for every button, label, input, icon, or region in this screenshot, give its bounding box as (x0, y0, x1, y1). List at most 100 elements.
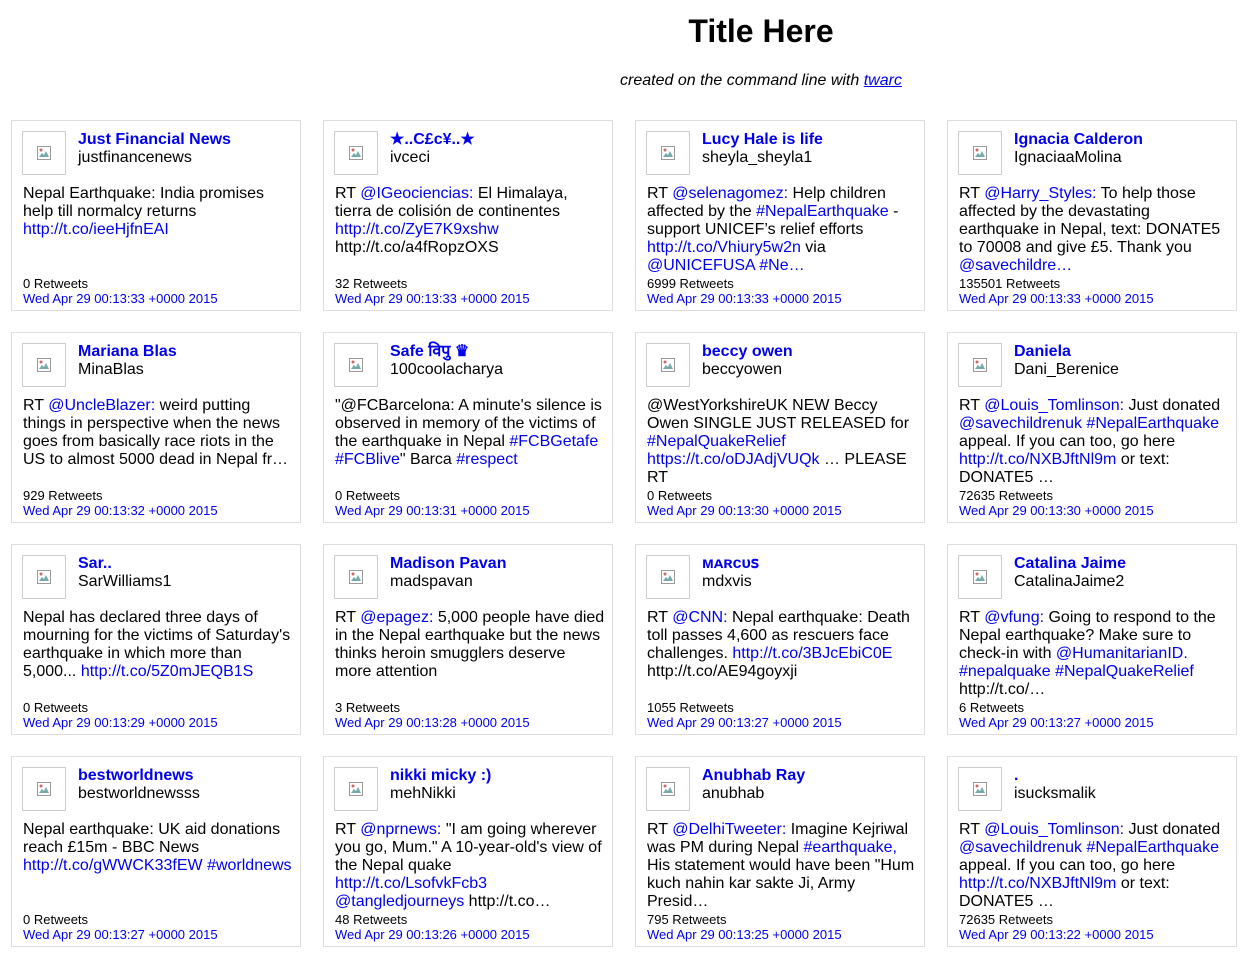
avatar[interactable] (334, 343, 378, 387)
tweet-date-link[interactable]: Wed Apr 29 00:13:33 +0000 2015 (23, 292, 218, 306)
user-name-link[interactable]: Sar.. (78, 555, 112, 573)
avatar[interactable] (958, 343, 1002, 387)
tweet-link[interactable]: #NepalEarthquake (1086, 839, 1219, 856)
tweet-link[interactable]: @nprnews: (360, 821, 441, 838)
user-name-link[interactable]: Lucy Hale is life (702, 131, 823, 149)
user-name-link[interactable]: Catalina Jaime (1014, 555, 1126, 573)
tweet-link[interactable]: @UNICEFUSA (647, 257, 755, 274)
user-name-link[interactable]: ᴍᴀʀᴄᴜꜱ (702, 555, 759, 573)
tweet-text: RT @CNN: Nepal earthquake: Death toll pa… (647, 609, 917, 681)
user-name-link[interactable]: Anubhab Ray (702, 767, 805, 785)
avatar[interactable] (22, 131, 66, 175)
tweet-link[interactable]: @IGeociencias: (360, 185, 473, 202)
tweet-card: Anubhab Ray anubhab RT @DelhiTweeter: Imag… (635, 756, 925, 947)
user-name-link[interactable]: bestworldnews (78, 767, 194, 785)
user-name-link[interactable]: Safe विपु ♛ (390, 343, 469, 361)
tweet-date-link[interactable]: Wed Apr 29 00:13:33 +0000 2015 (647, 292, 842, 306)
tweet-link[interactable]: #NepalEarthquake (1086, 415, 1219, 432)
avatar[interactable] (958, 131, 1002, 175)
avatar[interactable] (334, 131, 378, 175)
tweet-link[interactable]: http://t.co/ieeHjfnEAI (23, 221, 169, 238)
avatar[interactable] (22, 343, 66, 387)
tweet-link[interactable]: @savechildre… (959, 257, 1072, 274)
tweet-link[interactable]: #Ne… (759, 257, 804, 274)
avatar[interactable] (334, 767, 378, 811)
user-name-link[interactable]: ★..C£c¥..★ (390, 131, 475, 149)
tweet-date-link[interactable]: Wed Apr 29 00:13:25 +0000 2015 (647, 928, 842, 942)
user-name-link[interactable]: Madison Pavan (390, 555, 506, 573)
tweet-link[interactable]: @UncleBlazer: (48, 397, 155, 414)
avatar[interactable] (958, 555, 1002, 599)
tweet-link[interactable]: @DelhiTweeter: (672, 821, 786, 838)
tweet-date-link[interactable]: Wed Apr 29 00:13:29 +0000 2015 (23, 716, 218, 730)
tweet-card: Daniela Dani_Berenice RT @Louis_Tomlinson:… (947, 332, 1237, 523)
user-name-link[interactable]: Daniela (1014, 343, 1071, 361)
avatar[interactable] (22, 555, 66, 599)
avatar[interactable] (646, 767, 690, 811)
user-name-link[interactable]: Just Financial News (78, 131, 231, 149)
tweet-date-link[interactable]: Wed Apr 29 00:13:32 +0000 2015 (23, 504, 218, 518)
avatar[interactable] (334, 555, 378, 599)
avatar[interactable] (646, 555, 690, 599)
tweet-link[interactable]: #respect (456, 451, 517, 468)
tweet-link[interactable]: http://t.co/NXBJftNl9m (959, 451, 1116, 468)
tweet-link[interactable]: #NepalQuakeRelief (647, 433, 786, 450)
tweet-link[interactable]: #NepalQuakeRelief (1055, 663, 1194, 680)
user-handle: justfinancenews (78, 149, 192, 166)
user-name-link[interactable]: nikki micky :) (390, 767, 491, 785)
tweet-link[interactable]: @savechildrenuk (959, 839, 1082, 856)
tweet-link[interactable]: @selenagomez: (672, 185, 788, 202)
tweet-link[interactable]: @CNN: (672, 609, 727, 626)
tweet-link[interactable]: #FCBlive (335, 451, 400, 468)
tweet-link[interactable]: #earthquake, (804, 839, 897, 856)
avatar[interactable] (22, 767, 66, 811)
tweet-link[interactable]: http://t.co/ZyE7K9xshw (335, 221, 499, 238)
tweet-link[interactable]: @savechildrenuk (959, 415, 1082, 432)
tweet-link[interactable]: @Louis_Tomlinson: (984, 397, 1124, 414)
tweet-date-link[interactable]: Wed Apr 29 00:13:30 +0000 2015 (647, 504, 842, 518)
tweet-link[interactable]: @Louis_Tomlinson: (984, 821, 1124, 838)
tweet-date-link[interactable]: Wed Apr 29 00:13:27 +0000 2015 (23, 928, 218, 942)
twarc-link[interactable]: twarc (864, 72, 902, 89)
user-name-link[interactable]: Ignacia Calderon (1014, 131, 1143, 149)
tweet-link[interactable]: @Harry_Styles: (984, 185, 1096, 202)
tweet-link[interactable]: @HumanitarianID. (1056, 645, 1188, 662)
avatar[interactable] (958, 767, 1002, 811)
tweet-text-segment: RT (647, 821, 673, 838)
tweet-date-link[interactable]: Wed Apr 29 00:13:27 +0000 2015 (959, 716, 1154, 730)
tweet-link[interactable]: @vfung: (984, 609, 1044, 626)
tweet-text-segment: RT (959, 821, 985, 838)
broken-image-icon (349, 358, 363, 372)
tweet-date-link[interactable]: Wed Apr 29 00:13:31 +0000 2015 (335, 504, 530, 518)
tweet-link[interactable]: #NepalEarthquake (756, 203, 889, 220)
tweet-date-link[interactable]: Wed Apr 29 00:13:33 +0000 2015 (959, 292, 1154, 306)
tweet-link[interactable]: @epagez: (360, 609, 433, 626)
tweet-date-link[interactable]: Wed Apr 29 00:13:26 +0000 2015 (335, 928, 530, 942)
tweet-link[interactable]: @tangledjourneys (335, 893, 464, 910)
tweet-date-link[interactable]: Wed Apr 29 00:13:28 +0000 2015 (335, 716, 530, 730)
avatar[interactable] (646, 343, 690, 387)
tweet-link[interactable]: http://t.co/3BJcEbiC0E (732, 645, 892, 662)
broken-image-icon (37, 146, 51, 160)
tweet-link[interactable]: http://t.co/5Z0mJEQB1S (81, 663, 254, 680)
tweet-link[interactable]: http://t.co/NXBJftNl9m (959, 875, 1116, 892)
tweet-date-link[interactable]: Wed Apr 29 00:13:22 +0000 2015 (959, 928, 1154, 942)
tweet-text-segment: RT (335, 185, 361, 202)
tweet-link[interactable]: http://t.co/Vhiury5w2n (647, 239, 801, 256)
tweet-date-link[interactable]: Wed Apr 29 00:13:33 +0000 2015 (335, 292, 530, 306)
tweet-link[interactable]: http://t.co/gWWCK33fEW (23, 857, 203, 874)
retweet-count: 48 Retweets (335, 912, 408, 927)
user-name-link[interactable]: . (1014, 767, 1018, 785)
tweet-link[interactable]: https://t.co/oDJAdjVUQk (647, 451, 820, 468)
user-name-link[interactable]: Mariana Blas (78, 343, 177, 361)
tweet-date-link[interactable]: Wed Apr 29 00:13:30 +0000 2015 (959, 504, 1154, 518)
retweet-count: 0 Retweets (23, 276, 89, 291)
tweet-link[interactable]: #worldnews (207, 857, 291, 874)
tweet-link[interactable]: http://t.co/LsofvkFcb3 (335, 875, 487, 892)
tweet-date-link[interactable]: Wed Apr 29 00:13:27 +0000 2015 (647, 716, 842, 730)
user-name-link[interactable]: beccy owen (702, 343, 793, 361)
avatar[interactable] (646, 131, 690, 175)
tweet-link[interactable]: #nepalquake (959, 663, 1051, 680)
tweet-card: Just Financial News justfinancenews Nepal … (11, 120, 301, 311)
tweet-link[interactable]: #FCBGetafe (509, 433, 598, 450)
